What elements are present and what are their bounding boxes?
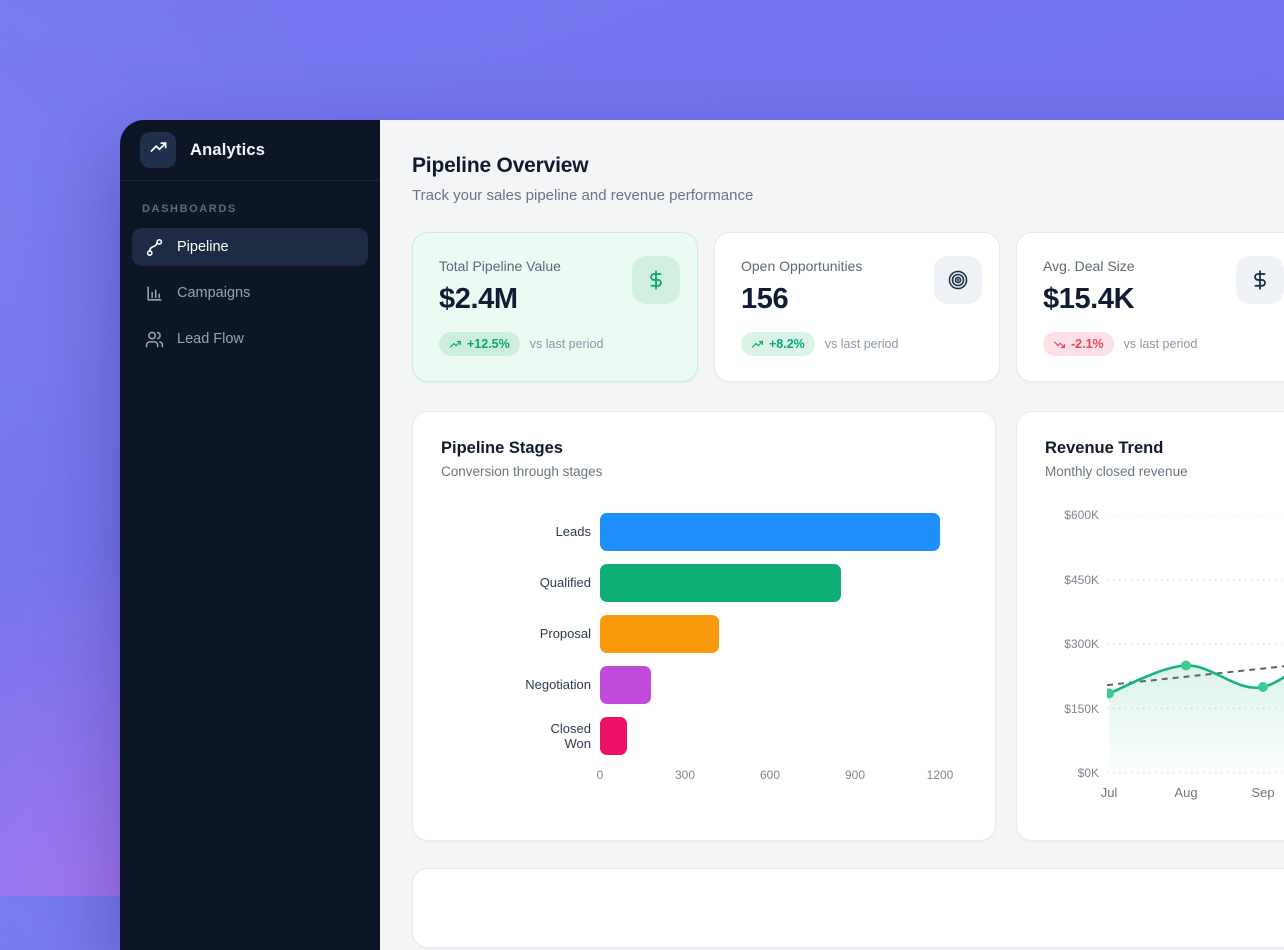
delta-value: +8.2%: [769, 337, 805, 351]
funnel-stage-label: Leads: [441, 524, 600, 539]
nav-section-label: DASHBOARDS: [142, 203, 358, 215]
revenue-svg: [1107, 515, 1284, 777]
sidebar-nav: DASHBOARDS Pipeline Campaigns Lead Flow: [120, 181, 380, 382]
app-window: Analytics DASHBOARDS Pipeline Campaigns Le…: [120, 120, 1284, 950]
funnel-bar-track: [600, 666, 967, 704]
funnel-row-negotiation: Negotiation: [441, 666, 967, 704]
revenue-trend-card: Revenue Trend Monthly closed revenue $0K…: [1016, 411, 1284, 841]
brand-title: Analytics: [190, 141, 265, 160]
delta-badge: +12.5%: [439, 332, 520, 356]
funnel-stage-label: Qualified: [441, 575, 600, 590]
sidebar-item-label: Pipeline: [177, 239, 229, 255]
funnel-bar-track: [600, 564, 967, 602]
y-tick-label: $300K: [1045, 637, 1099, 651]
partial-bottom-card: [412, 868, 1284, 948]
funnel-bar-track: [600, 513, 967, 551]
stat-card-avg-deal-size: Avg. Deal Size$15.4K-2.1%vs last period: [1016, 232, 1284, 382]
revenue-chart-subtitle: Monthly closed revenue: [1045, 464, 1284, 479]
funnel-bar: [600, 513, 940, 551]
target-icon: [934, 256, 982, 304]
funnel-chart-title: Pipeline Stages: [441, 439, 967, 458]
sidebar: Analytics DASHBOARDS Pipeline Campaigns Le…: [120, 120, 380, 950]
funnel-row-qualified: Qualified: [441, 564, 967, 602]
page-subtitle: Track your sales pipeline and revenue pe…: [412, 187, 1284, 204]
delta-value: +12.5%: [467, 337, 510, 351]
funnel-stage-label: Negotiation: [441, 677, 600, 692]
sidebar-item-pipeline[interactable]: Pipeline: [132, 228, 368, 266]
users-icon: [145, 330, 164, 349]
bar-chart-icon: [145, 284, 164, 303]
y-tick-label: $0K: [1045, 766, 1099, 780]
compare-text: vs last period: [825, 337, 899, 351]
x-tick-label: 300: [675, 768, 695, 782]
delta-value: -2.1%: [1071, 337, 1104, 351]
x-month-label: Jul: [1101, 785, 1118, 800]
compare-text: vs last period: [1124, 337, 1198, 351]
x-tick-label: 600: [760, 768, 780, 782]
funnel-bar: [600, 615, 719, 653]
funnel-row-closed-won: Closed Won: [441, 717, 967, 755]
trending-up-icon: [149, 138, 168, 162]
funnel-bar: [600, 564, 841, 602]
funnel-chart-subtitle: Conversion through stages: [441, 464, 967, 479]
stat-footer: +12.5% vs last period: [439, 332, 671, 356]
trending-up-icon: [449, 338, 462, 351]
funnel-bar-track: [600, 717, 967, 755]
stat-card-open-opportunities: Open Opportunities156+8.2%vs last period: [714, 232, 1000, 382]
funnel-bar: [600, 717, 627, 755]
compare-text: vs last period: [530, 337, 604, 351]
dollar-icon: [632, 256, 680, 304]
x-month-label: Aug: [1174, 785, 1197, 800]
dollar-icon: [1236, 256, 1284, 304]
x-month-label: Sep: [1251, 785, 1274, 800]
funnel-x-axis: 0 300 600 900 1200: [600, 768, 967, 786]
sidebar-item-campaigns[interactable]: Campaigns: [132, 274, 368, 312]
page-title: Pipeline Overview: [412, 154, 1284, 178]
route-icon: [145, 238, 164, 257]
sidebar-item-label: Campaigns: [177, 285, 250, 301]
nav-items: Pipeline Campaigns Lead Flow: [132, 228, 368, 358]
pipeline-stages-card: Pipeline Stages Conversion through stage…: [412, 411, 996, 841]
revenue-chart-title: Revenue Trend: [1045, 439, 1284, 458]
y-tick-label: $450K: [1045, 573, 1099, 587]
main-content: Pipeline Overview Track your sales pipel…: [380, 120, 1284, 950]
funnel-row-leads: Leads: [441, 513, 967, 551]
funnel-bar: [600, 666, 651, 704]
funnel-stage-label: Proposal: [441, 626, 600, 641]
stat-footer: -2.1% vs last period: [1043, 332, 1275, 356]
funnel-bar-track: [600, 615, 967, 653]
charts-row: Pipeline Stages Conversion through stage…: [412, 411, 1284, 841]
stat-footer: +8.2% vs last period: [741, 332, 973, 356]
sidebar-item-lead-flow[interactable]: Lead Flow: [132, 320, 368, 358]
y-tick-label: $150K: [1045, 702, 1099, 716]
revenue-plot-area: [1107, 515, 1284, 782]
funnel-bar-chart: Leads Qualified Proposal Negotiation Closed …: [441, 513, 967, 786]
trending-up-icon: [751, 338, 764, 351]
stat-card-total-pipeline-value: Total Pipeline Value$2.4M+12.5%vs last p…: [412, 232, 698, 382]
y-tick-label: $600K: [1045, 508, 1099, 522]
analytics-logo: [140, 132, 176, 168]
funnel-stage-label: Closed Won: [441, 721, 600, 752]
trending-down-icon: [1053, 338, 1066, 351]
sidebar-brand: Analytics: [120, 120, 380, 181]
x-tick-label: 900: [845, 768, 865, 782]
x-tick-label: 1200: [927, 768, 954, 782]
stat-cards-row: Total Pipeline Value$2.4M+12.5%vs last p…: [412, 232, 1284, 382]
delta-badge: +8.2%: [741, 332, 815, 356]
sidebar-item-label: Lead Flow: [177, 331, 244, 347]
revenue-line-chart: $0K $150K $300K $450K $600K Jul Aug Sep: [1045, 507, 1284, 807]
x-tick-label: 0: [597, 768, 604, 782]
delta-badge: -2.1%: [1043, 332, 1114, 356]
funnel-row-proposal: Proposal: [441, 615, 967, 653]
